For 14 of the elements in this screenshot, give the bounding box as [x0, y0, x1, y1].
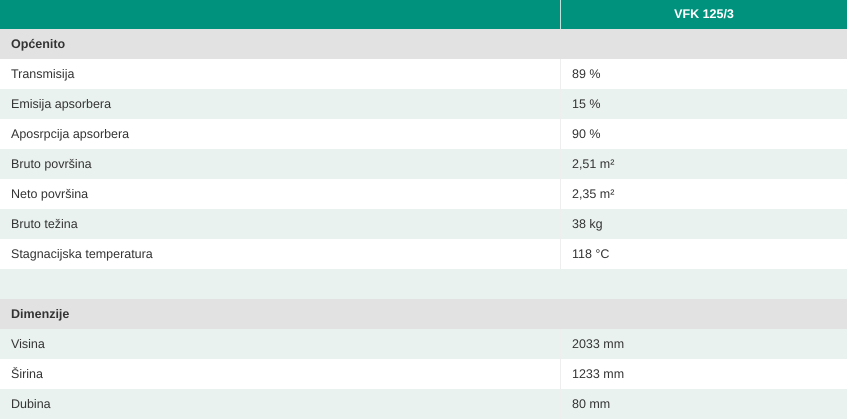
table-cell-text: 15 %	[571, 96, 602, 113]
table-cell-text: 89 %	[571, 66, 602, 83]
column-header: VFK 125/3	[673, 6, 735, 24]
table-cell-text: 80 mm	[571, 396, 612, 413]
table-cell-text: 2033 mm	[571, 336, 626, 353]
table-cell-text: 90 %	[571, 126, 602, 143]
section-header: Općenito	[0, 29, 847, 59]
table-cell-text: 2,35 m²	[571, 186, 616, 203]
table-cell-text: 38 kg	[571, 216, 604, 233]
section-header: Dimenzije	[0, 299, 847, 329]
table-cell-text: 118 °C	[571, 246, 610, 263]
table-cell-text: 1233 mm	[571, 366, 626, 383]
table-cell-text: 2,51 m²	[571, 156, 616, 173]
table-cell: Dubina	[0, 389, 561, 419]
